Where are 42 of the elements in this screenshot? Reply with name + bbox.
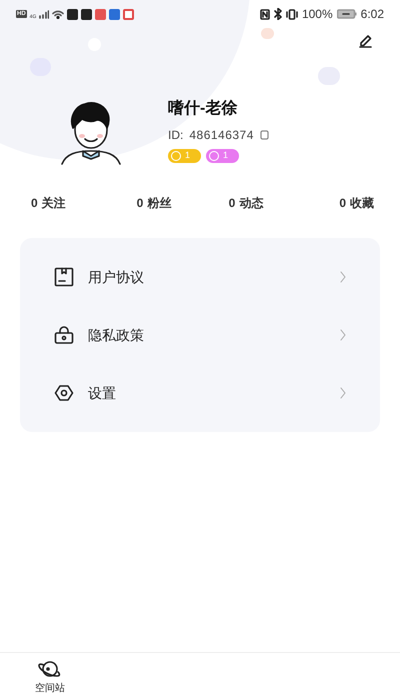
menu-item[interactable]: 隐私政策 — [20, 306, 380, 364]
app-notification-icon — [81, 8, 92, 20]
stat-label[interactable]: 粉丝 — [147, 194, 172, 212]
nfc-icon — [260, 8, 270, 20]
app-notification-icon — [95, 8, 106, 20]
signal-icon — [39, 10, 50, 18]
stat-label[interactable]: 关注 — [42, 194, 66, 212]
wifi-icon — [52, 10, 64, 18]
level-badge: 1 — [168, 149, 202, 163]
stat-count: 0 — [31, 195, 38, 212]
app-notification-icon — [109, 8, 120, 20]
menu-item[interactable]: 用户协议 — [20, 248, 380, 306]
planet-icon — [38, 659, 62, 679]
stat-count: 0 — [339, 195, 346, 212]
stat-count: 0 — [228, 195, 236, 212]
id-label: ID: — [168, 127, 184, 144]
bluetooth-icon — [274, 8, 282, 20]
nav-tab[interactable]: 空间站 — [0, 653, 100, 700]
privacy-icon — [54, 325, 74, 345]
user-id: 486146374 — [189, 127, 254, 144]
avatar-drawing — [58, 100, 124, 166]
stat-label[interactable]: 收藏 — [350, 194, 374, 212]
vibrate-icon — [286, 8, 298, 20]
app-notification-icon — [67, 8, 78, 20]
settings-icon — [54, 383, 74, 403]
battery-icon — [336, 9, 357, 19]
chevron-right-icon — [340, 271, 346, 283]
stat-label[interactable]: 动态 — [239, 194, 264, 212]
stat-count: 0 — [136, 195, 144, 212]
badge-icon — [171, 151, 181, 161]
chevron-right-icon — [340, 387, 346, 399]
user-name: 嗜什-老徐 — [168, 98, 238, 119]
badge-icon — [209, 151, 220, 161]
chevron-right-icon — [340, 329, 346, 341]
app-notification-icon — [123, 8, 134, 20]
level-badge: 1 — [206, 149, 240, 163]
battery-percentage: 100% — [302, 6, 333, 23]
edit-icon[interactable] — [358, 32, 374, 48]
clock: 6:02 — [360, 6, 384, 23]
copy-icon[interactable] — [260, 130, 270, 140]
agreement-icon — [54, 267, 74, 287]
menu-item[interactable]: 设置 — [20, 364, 380, 422]
